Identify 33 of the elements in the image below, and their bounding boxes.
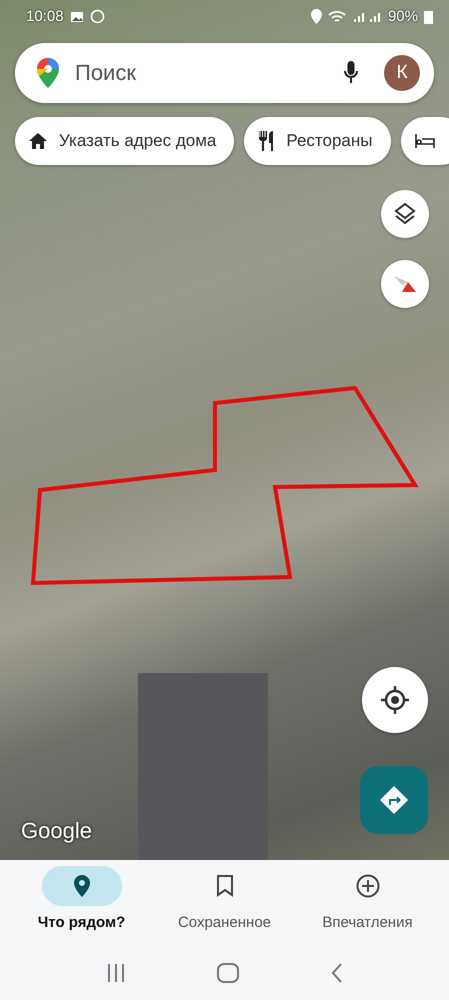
nav-tab[interactable]: Впечатления: [298, 860, 438, 931]
battery-icon: [424, 10, 433, 24]
bookmark-icon: [216, 875, 234, 897]
compass-icon: [392, 274, 418, 294]
search-placeholder: Поиск: [75, 60, 137, 86]
layers-icon: [393, 202, 417, 226]
crosshair-icon: [380, 685, 410, 715]
directions-button[interactable]: [360, 766, 428, 834]
battery-percentage: 90%: [388, 8, 418, 25]
chip-label: Указать адрес дома: [59, 131, 216, 151]
category-chip[interactable]: Указать адрес дома: [15, 117, 234, 165]
recent-apps-icon[interactable]: [106, 964, 126, 982]
wifi-icon: [328, 10, 346, 24]
microphone-icon[interactable]: [344, 61, 358, 85]
bed-icon: [414, 133, 434, 149]
map-attribution: Google: [21, 818, 92, 844]
category-chip[interactable]: Рестораны: [244, 117, 390, 165]
signal-icon: [352, 10, 382, 23]
home-icon: [29, 133, 47, 149]
chip-label: Рестораны: [286, 131, 372, 151]
location-pin-icon: [310, 9, 322, 24]
fork-knife-icon: [258, 131, 274, 151]
location-pin-icon: [74, 875, 90, 897]
status-time: 10:08: [26, 8, 64, 25]
account-avatar[interactable]: К: [384, 55, 420, 91]
back-icon[interactable]: [331, 962, 344, 982]
maps-pin-logo: [37, 57, 59, 89]
search-bar[interactable]: Поиск К: [15, 43, 434, 103]
nav-tab[interactable]: Сохраненное: [154, 860, 294, 931]
home-button-icon[interactable]: [217, 962, 240, 982]
directions-icon: [379, 785, 409, 815]
nav-tab[interactable]: Что рядом?: [12, 860, 152, 931]
add-circle-icon: [356, 874, 380, 898]
